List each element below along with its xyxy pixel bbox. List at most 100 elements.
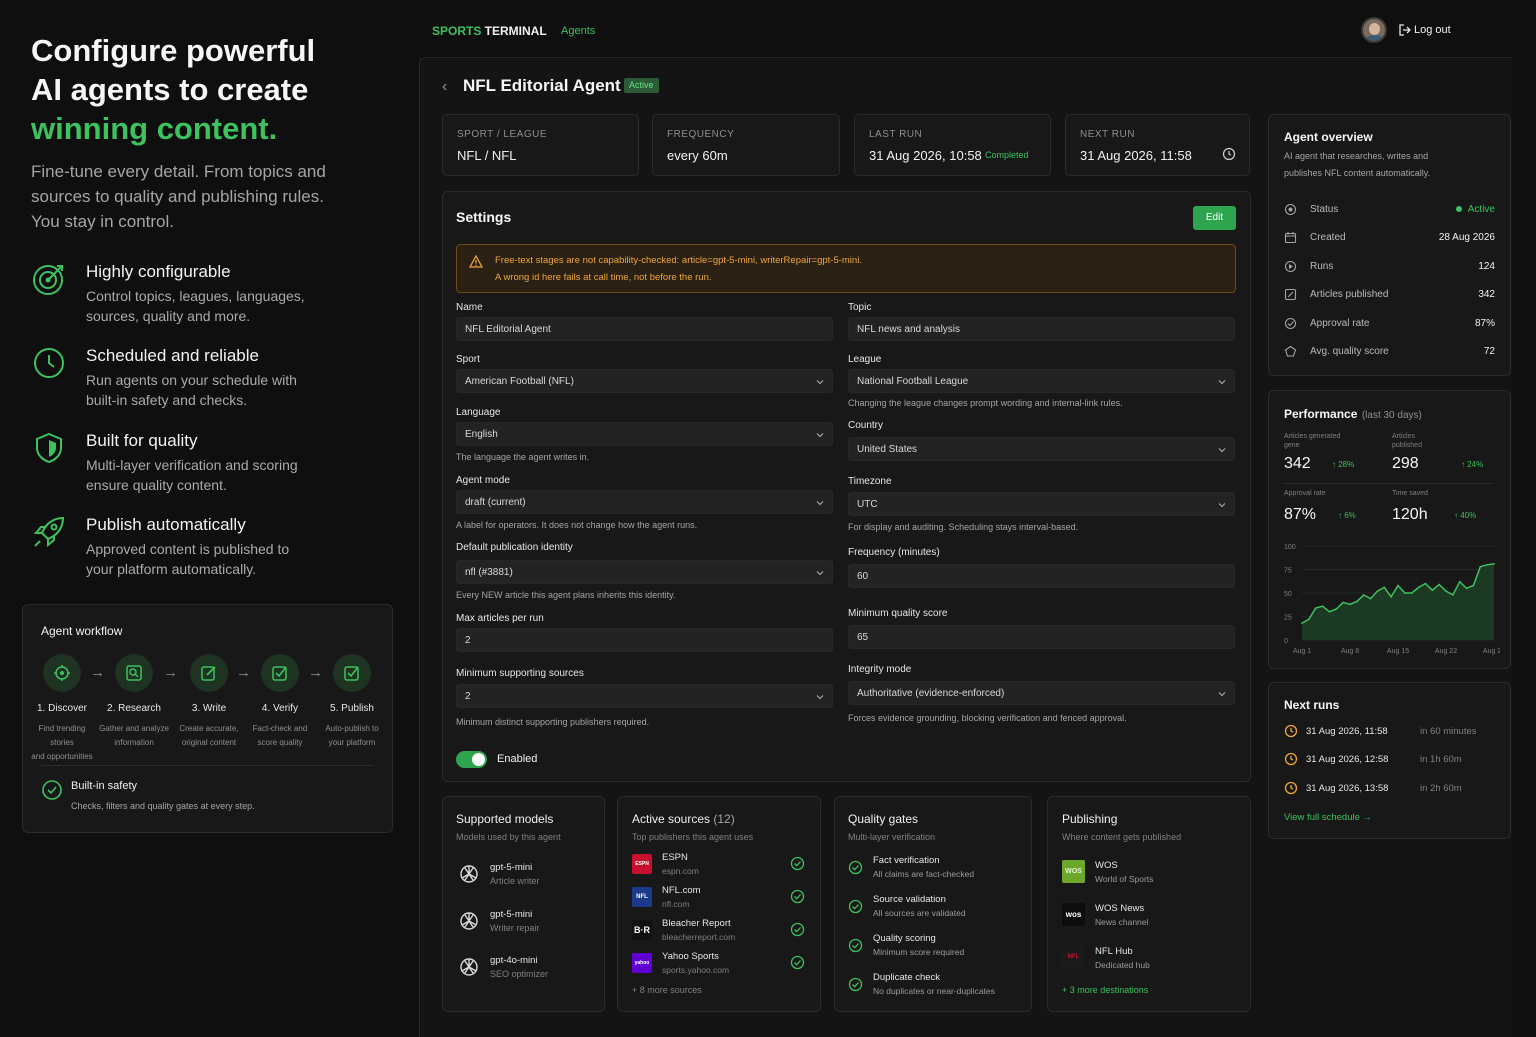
min-sources-help: Minimum distinct supporting publishers r…: [456, 717, 650, 727]
identity-select-value: nfl (#3881): [465, 567, 513, 578]
max-articles-label: Max articles per run: [456, 613, 544, 624]
chart-point: [1369, 597, 1372, 600]
workflow-arrow: →: [308, 664, 323, 681]
workflow-step-desc-l2: information: [114, 738, 154, 747]
metric-time-value: 120h: [1392, 506, 1428, 523]
edit-button[interactable]: Edit: [1193, 206, 1236, 230]
integrity-select[interactable]: Authoritative (evidence-enforced): [848, 681, 1235, 705]
agent-title: NFL Editorial Agent: [463, 76, 621, 95]
chart-point: [1452, 594, 1454, 596]
runs-icon: [1284, 260, 1297, 273]
language-label: Language: [456, 407, 501, 418]
source-name: Bleacher Report: [662, 918, 731, 929]
back-chevron-icon[interactable]: ‹: [442, 78, 447, 96]
next-run-time: 31 Aug 2026, 13:58: [1306, 783, 1389, 794]
brand-logo[interactable]: SPORTS TERMINAL: [432, 24, 547, 38]
language-help: The language the agent writes in.: [456, 452, 590, 462]
hero-subtitle-l1: Fine-tune every detail. From topics and: [31, 162, 326, 181]
view-schedule-link[interactable]: View full schedule →: [1284, 812, 1372, 823]
chart-point: [1424, 582, 1427, 585]
chart-point: [1314, 607, 1317, 609]
feature-desc: Approved content is published to your pla…: [86, 539, 336, 579]
overview-desc-l2: publishes NFL content automatically.: [1284, 168, 1431, 178]
stat-value: every 60m: [667, 148, 728, 163]
min-quality-input[interactable]: 65: [848, 625, 1235, 649]
workflow-step-write: 3. Write Create accurate, original conten…: [173, 654, 245, 750]
chart-x-tick-label: Aug 8: [1341, 648, 1359, 655]
metric-approval-delta: ↑ 6%: [1338, 511, 1356, 520]
chevron-down-icon: [816, 571, 824, 576]
league-select[interactable]: National Football League: [848, 369, 1235, 393]
model-role: Article writer: [490, 876, 540, 886]
safety-desc: Checks, filters and quality gates at eve…: [71, 801, 255, 811]
topic-input[interactable]: NFL news and analysis: [848, 317, 1235, 341]
rocket-icon: [33, 516, 65, 548]
nav-agents-link[interactable]: Agents: [561, 25, 595, 37]
gate-name: Fact verification: [873, 855, 940, 866]
metric-label-l2: gene: [1284, 442, 1300, 449]
chart-point: [1356, 600, 1358, 603]
sources-count: (12): [713, 812, 735, 826]
more-destinations-link[interactable]: + 3 more destinations: [1062, 985, 1148, 995]
feature-desc-l2: ensure quality content.: [86, 477, 227, 493]
sport-select[interactable]: American Football (NFL): [456, 369, 833, 393]
feature-title: Built for quality: [86, 431, 198, 450]
max-articles-input[interactable]: 2: [456, 628, 833, 652]
logout-icon[interactable]: [1399, 24, 1411, 36]
mode-select[interactable]: draft (current): [456, 490, 833, 514]
logout-button[interactable]: Log out: [1414, 24, 1451, 36]
workflow-step-desc-l2: your platform: [328, 738, 376, 747]
warning-text-l2: A wrong id here fails at call time, not …: [495, 272, 712, 283]
check-circle-icon: [42, 780, 62, 800]
hero-subtitle-l2: sources to quality and publishing rules.: [31, 187, 324, 206]
name-input[interactable]: NFL Editorial Agent: [456, 317, 833, 341]
feature-title: Publish automatically: [86, 515, 246, 534]
identity-label: Default publication identity: [456, 542, 573, 553]
chart-point: [1479, 565, 1482, 568]
gate-desc: No duplicates or near-duplicates: [873, 986, 995, 996]
language-select[interactable]: English: [456, 422, 833, 446]
timezone-label: Timezone: [848, 476, 892, 487]
source-item: NFL NFL.com nfl.com: [632, 885, 808, 911]
metric-published-value: 298: [1392, 455, 1419, 472]
chart-y-tick-label: 25: [1284, 615, 1292, 622]
gate-item: Source validation All sources are valida…: [848, 894, 1026, 920]
frequency-input[interactable]: 60: [848, 564, 1235, 588]
source-name: NFL.com: [662, 885, 701, 896]
timezone-help: For display and auditing. Scheduling sta…: [848, 522, 1079, 532]
research-icon: [126, 665, 142, 681]
min-sources-select[interactable]: 2: [456, 684, 833, 708]
name-label: Name: [456, 302, 483, 313]
league-select-value: National Football League: [857, 376, 969, 387]
nfl-hub-logo: NFL: [1062, 946, 1085, 969]
warning-icon: [469, 255, 483, 268]
metric-label-l1: Articles: [1392, 433, 1415, 440]
more-sources-link[interactable]: + 8 more sources: [632, 985, 702, 995]
source-domain: espn.com: [662, 866, 699, 876]
workflow-step-desc-l2: and opportunities: [31, 752, 93, 761]
chevron-down-icon: [816, 433, 824, 438]
stat-last-run: LAST RUN 31 Aug 2026, 10:58 Completed: [854, 114, 1051, 176]
enabled-toggle[interactable]: [456, 751, 487, 768]
gate-desc: All sources are validated: [873, 908, 966, 918]
identity-select[interactable]: nfl (#3881): [456, 560, 833, 584]
mode-select-value: draft (current): [465, 497, 526, 508]
timezone-select[interactable]: UTC: [848, 492, 1235, 516]
gate-desc: Minimum score required: [873, 947, 965, 957]
language-select-value: English: [465, 429, 498, 440]
country-select[interactable]: United States: [848, 437, 1235, 461]
sources-heading: Active sources (12): [632, 812, 735, 826]
chart-point: [1445, 590, 1447, 592]
chart-point: [1404, 592, 1406, 594]
chart-point: [1349, 603, 1351, 606]
chart-point: [1472, 584, 1475, 587]
metric-time-label: Time saved: [1392, 490, 1428, 497]
check-circle-icon: [848, 938, 863, 953]
league-help: Changing the league changes prompt wordi…: [848, 398, 1123, 408]
chart-point: [1376, 590, 1379, 592]
gate-item: Fact verification All claims are fact-ch…: [848, 855, 1026, 881]
avatar[interactable]: [1361, 17, 1387, 43]
destination-desc: News channel: [1095, 917, 1149, 927]
gate-name: Duplicate check: [873, 972, 941, 983]
workflow-step-title: 2. Research: [107, 703, 161, 714]
